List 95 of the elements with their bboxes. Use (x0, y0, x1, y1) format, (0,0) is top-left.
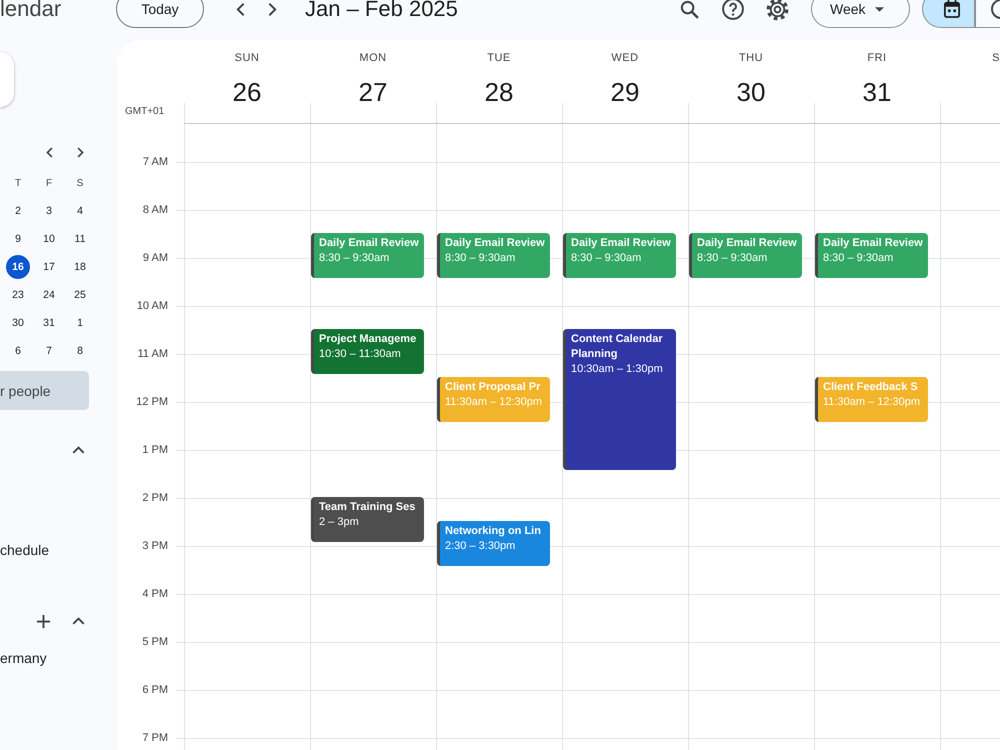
event-time: 11:30am – 12:30pm (445, 395, 542, 410)
people-search-field[interactable]: r people (0, 371, 89, 410)
event-card[interactable]: Project Manageme 10:30 – 11:30am (311, 329, 424, 374)
chevron-up-icon[interactable] (72, 617, 85, 625)
mini-calendar-day[interactable]: 31 (37, 311, 61, 335)
weekday-letter: F (46, 178, 52, 188)
mini-calendar-day[interactable]: 1 (68, 311, 92, 335)
chevron-right-icon[interactable] (76, 146, 84, 158)
help-icon[interactable] (722, 0, 744, 20)
mini-calendar-day[interactable]: 30 (6, 311, 30, 335)
mini-calendar-day[interactable]: 9 (6, 227, 30, 251)
hour-label: 9 AM (142, 251, 168, 266)
mini-calendar-day[interactable]: 25 (68, 283, 92, 307)
date-number[interactable]: 31 (862, 76, 892, 108)
event-title: Daily Email Review (697, 236, 797, 251)
mini-calendar-day[interactable]: 6 (6, 339, 30, 363)
date-number[interactable]: 28 (484, 76, 514, 108)
hour-label: 3 PM (142, 539, 168, 554)
event-time: 8:30 – 9:30am (697, 251, 768, 266)
event-title: Daily Email Review (319, 236, 419, 251)
view-button[interactable] (975, 0, 1000, 28)
hour-label: 7 PM (142, 731, 168, 746)
period-title: Jan – Feb 2025 (305, 0, 458, 22)
mini-calendar-day[interactable]: 11 (68, 227, 92, 251)
date-number[interactable]: 26 (232, 76, 262, 108)
event-time: 8:30 – 9:30am (823, 251, 894, 266)
weekday-letter: S (76, 178, 84, 188)
date-number[interactable]: 27 (358, 76, 388, 108)
chevron-up-icon[interactable] (72, 446, 85, 454)
settings-icon[interactable] (766, 0, 789, 20)
chevron-left-icon[interactable] (236, 2, 245, 16)
event-time: 10:30 – 11:30am (319, 347, 401, 362)
event-card[interactable]: Team Training Ses 2 – 3pm (311, 497, 424, 542)
view-button[interactable] (922, 0, 975, 28)
chevron-left-icon[interactable] (46, 146, 52, 158)
weekday-label: WED (611, 51, 639, 65)
mini-calendar-day[interactable]: 3 (37, 199, 61, 223)
mini-calendar-day[interactable]: 23 (6, 283, 30, 307)
event-time: 2 – 3pm (319, 515, 359, 530)
mini-calendar-day[interactable]: 4 (68, 199, 92, 223)
event-time: 10:30am – 1:30pm (571, 362, 663, 377)
hour-label: 11 AM (138, 347, 168, 362)
hour-label: 5 PM (142, 635, 168, 650)
timezone-label: GMT+01 (125, 106, 164, 118)
hour-label: 10 AM (136, 299, 168, 314)
hour-label: 6 PM (142, 683, 168, 698)
event-time: 8:30 – 9:30am (445, 251, 516, 266)
mini-calendar-day[interactable]: 24 (37, 283, 61, 307)
hour-label: 7 AM (142, 155, 168, 170)
hour-label: 4 PM (142, 587, 168, 602)
mini-calendar-day[interactable]: 10 (37, 227, 61, 251)
event-title: Daily Email Review (823, 236, 923, 251)
event-title: Project Manageme (319, 332, 416, 347)
event-card[interactable]: Content Calendar Planning 10:30am – 1:30pm (563, 329, 676, 470)
plus-icon[interactable] (36, 614, 51, 628)
event-time: 2:30 – 3:30pm (445, 539, 516, 554)
view-dropdown[interactable]: Week (811, 0, 910, 28)
mini-calendar-day[interactable]: 18 (68, 255, 92, 279)
search-icon[interactable] (680, 0, 699, 18)
event-title: Content Calendar Planning (571, 332, 664, 362)
event-time: 8:30 – 9:30am (571, 251, 642, 266)
today-button[interactable]: Today (116, 0, 204, 28)
weekday-label: THU (738, 51, 764, 65)
event-time: 8:30 – 9:30am (319, 251, 390, 266)
mini-calendar-day[interactable]: 17 (37, 255, 61, 279)
weekday-label: S (992, 51, 1000, 65)
hour-label: 2 PM (142, 491, 168, 506)
calendar-icon (944, 0, 960, 18)
chevron-right-icon[interactable] (268, 2, 277, 16)
event-title: Daily Email Review (445, 236, 545, 251)
date-number[interactable]: 30 (736, 76, 766, 108)
mini-calendar-day[interactable]: 7 (37, 339, 61, 363)
event-title: Daily Email Review (571, 236, 671, 251)
weekday-label: FRI (867, 51, 887, 65)
date-number[interactable]: 29 (610, 76, 640, 108)
calendar-list-item[interactable]: ermany (0, 642, 47, 674)
app-name: lendar (0, 0, 62, 22)
event-card[interactable]: Networking on Lin 2:30 – 3:30pm (437, 521, 550, 566)
event-time: 11:30am – 12:30pm (823, 395, 920, 410)
weekday-label: MON (359, 51, 387, 65)
event-title: Networking on Lin (445, 524, 541, 539)
weekday-label: TUE (487, 51, 511, 65)
hour-label: 8 AM (142, 203, 168, 218)
mini-calendar-day[interactable]: 2 (6, 199, 30, 223)
event-title: Client Proposal Pr (445, 380, 540, 395)
weekday-letter: T (14, 178, 22, 188)
caret-icon (874, 6, 884, 12)
event-title: Team Training Ses (319, 500, 416, 515)
hour-label: 1 PM (142, 443, 168, 458)
calendar-list-item[interactable]: chedule (0, 534, 50, 566)
weekday-label: SUN (234, 51, 260, 65)
mini-calendar-day[interactable]: 16 (6, 255, 30, 279)
mini-calendar-day[interactable]: 8 (68, 339, 92, 363)
hour-label: 12 PM (136, 395, 168, 410)
event-title: Client Feedback S (823, 380, 918, 395)
